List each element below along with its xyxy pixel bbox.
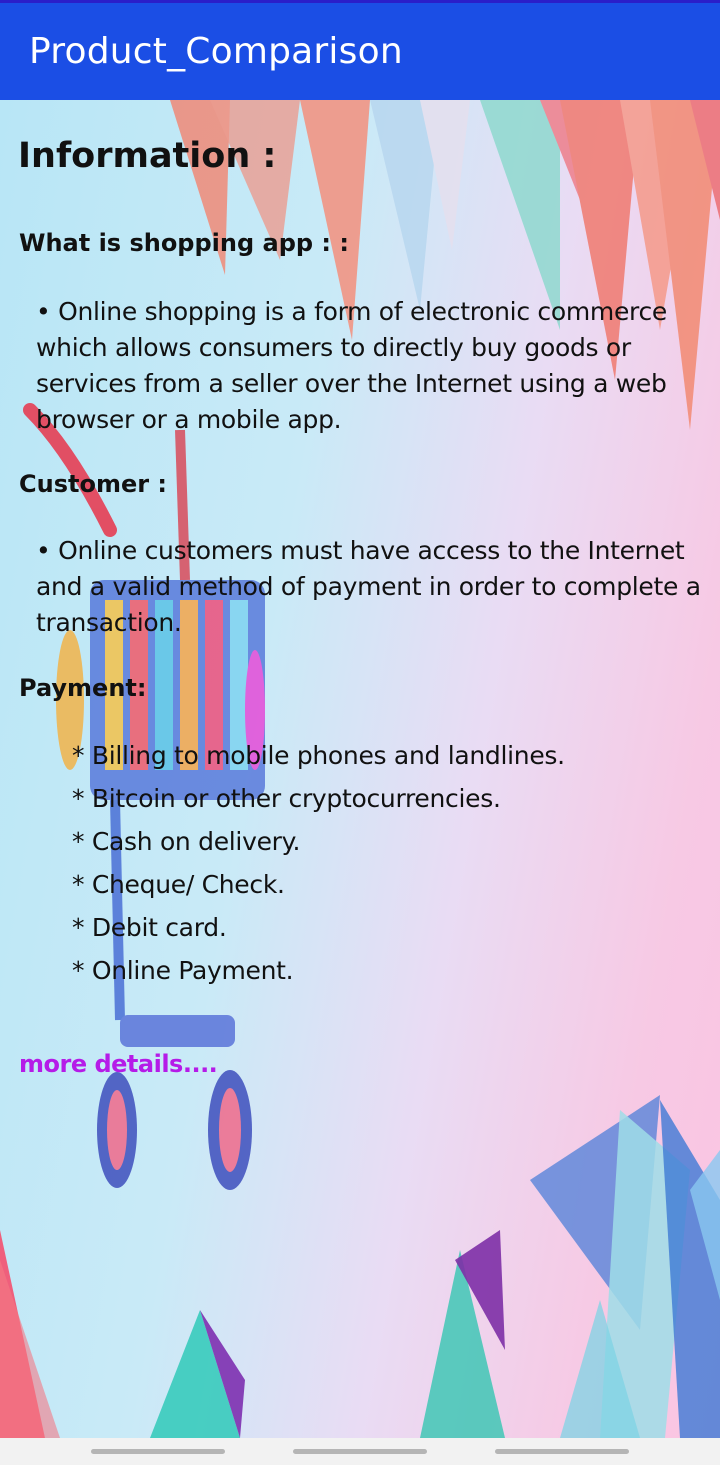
- information-screen[interactable]: Information : What is shopping app : : •…: [0, 100, 720, 1438]
- app-bar: Product_Comparison: [0, 0, 720, 100]
- nav-recents-button[interactable]: [91, 1449, 225, 1454]
- list-item: * Cheque/ Check.: [72, 870, 285, 899]
- list-item: * Bitcoin or other cryptocurrencies.: [72, 784, 501, 813]
- nav-back-button[interactable]: [495, 1449, 629, 1454]
- payment-list: * Billing to mobile phones and landlines…: [72, 734, 565, 992]
- more-details-link[interactable]: more details....: [19, 1050, 218, 1078]
- section-heading: What is shopping app : :: [19, 229, 349, 257]
- section-paragraph: • Online shopping is a form of electroni…: [36, 297, 667, 434]
- list-item: * Debit card.: [72, 913, 227, 942]
- system-nav-bar: [0, 1438, 720, 1465]
- section-paragraph: • Online customers must have access to t…: [36, 536, 701, 637]
- section-heading: Payment:: [19, 674, 147, 702]
- nav-home-button[interactable]: [293, 1449, 427, 1454]
- app-title: Product_Comparison: [29, 31, 403, 72]
- page-title: Information :: [18, 136, 277, 176]
- information-text: Information : What is shopping app : : •…: [0, 100, 720, 1438]
- section-heading: Customer :: [19, 470, 168, 498]
- list-item: * Billing to mobile phones and landlines…: [72, 741, 565, 770]
- list-item: * Online Payment.: [72, 956, 294, 985]
- list-item: * Cash on delivery.: [72, 827, 301, 856]
